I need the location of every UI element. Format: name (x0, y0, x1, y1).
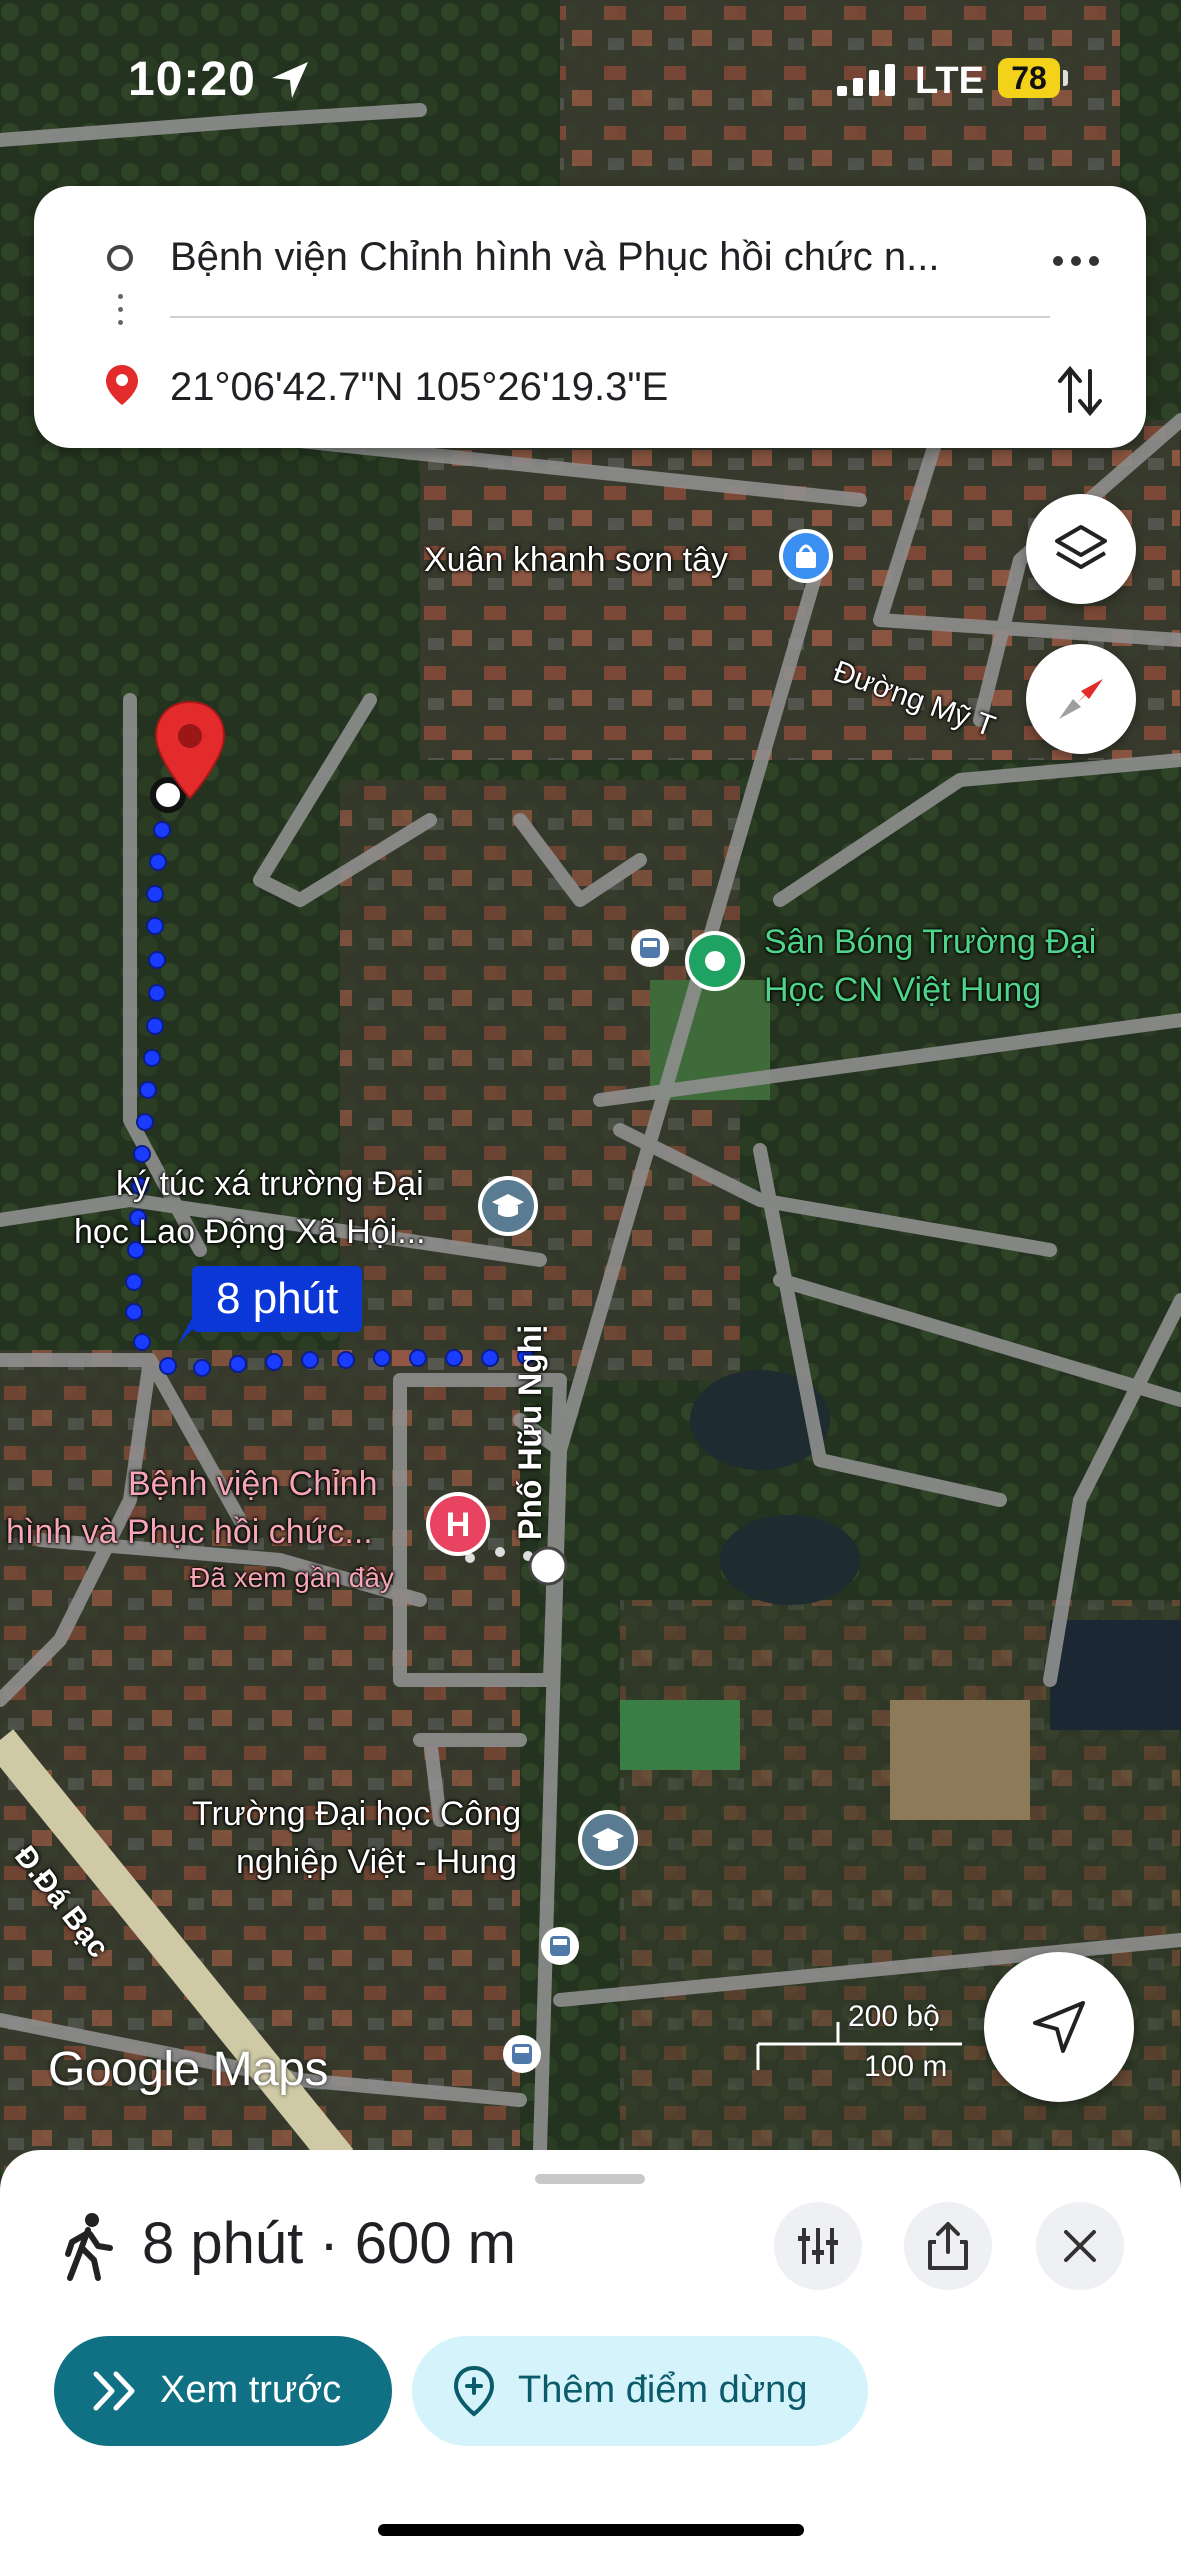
route-card: Bệnh viện Chỉnh hình và Phục hồi chức n.… (34, 186, 1146, 448)
card-divider (170, 316, 1050, 318)
poi-label-san-bong-line2[interactable]: Học CN Việt Hung (764, 966, 1041, 1015)
compass-icon (1059, 679, 1103, 719)
hospital-poi-icon[interactable]: H (424, 1490, 492, 1558)
sheet-drag-handle[interactable] (535, 2174, 645, 2184)
shopping-bag-poi-icon[interactable] (778, 528, 834, 584)
destination-field[interactable]: 21°06'42.7"N 105°26'19.3"E (34, 341, 1146, 431)
location-arrow-icon (272, 62, 308, 98)
navigation-arrow-icon (1033, 2001, 1085, 2053)
route-options-button[interactable] (774, 2202, 862, 2290)
swap-directions-icon[interactable] (1050, 361, 1110, 421)
origin-field[interactable]: Bệnh viện Chỉnh hình và Phục hồi chức n.… (34, 211, 1146, 301)
scale-label-feet: 200 bộ (848, 2000, 940, 2033)
park-poi-icon[interactable] (684, 930, 746, 992)
origin-circle-icon (107, 245, 133, 271)
preview-button[interactable]: Xem trước (54, 2336, 392, 2446)
add-stop-pin-icon (453, 2365, 495, 2417)
route-time-chip[interactable]: 8 phút (192, 1266, 363, 1332)
poi-label-truong-line1[interactable]: Trường Đại học Công (192, 1790, 521, 1839)
poi-label-ktx-line2[interactable]: học Lao Động Xã Hội... (74, 1208, 426, 1257)
battery-icon (1063, 70, 1068, 86)
bus-stop-icon[interactable] (502, 2034, 542, 2074)
scale-label-meters: 100 m (864, 2050, 948, 2083)
poi-label-benh-vien-recent: Đã xem gần đây (190, 1562, 394, 1593)
walking-icon (65, 2213, 113, 2281)
add-stop-button[interactable]: Thêm điểm dừng (412, 2336, 868, 2446)
network-label: LTE (915, 60, 984, 102)
destination-text[interactable]: 21°06'42.7"N 105°26'19.3"E (170, 365, 668, 410)
add-stop-label: Thêm điểm dừng (518, 2369, 808, 2411)
google-maps-watermark: Google Maps (48, 2043, 329, 2096)
bus-stop-icon[interactable] (630, 928, 670, 968)
poi-label-benh-vien-line1[interactable]: Bệnh viện Chỉnh (128, 1460, 378, 1509)
home-indicator (378, 2524, 804, 2536)
close-icon (1064, 2230, 1096, 2262)
school-poi-icon[interactable] (476, 1174, 540, 1238)
share-button[interactable] (904, 2202, 992, 2290)
status-bar: 10:20 LTE 78 (0, 52, 1181, 122)
preview-label: Xem trước (160, 2369, 342, 2411)
compass-button[interactable] (1026, 644, 1136, 754)
destination-pin-icon[interactable] (150, 698, 230, 808)
my-location-button[interactable] (984, 1952, 1134, 2102)
share-icon (928, 2222, 968, 2270)
battery-level: 78 (998, 58, 1060, 98)
school-poi-icon[interactable] (576, 1808, 640, 1872)
double-chevron-icon (93, 2371, 135, 2411)
poi-label-truong-line2[interactable]: nghiệp Việt - Hung (236, 1838, 517, 1887)
status-time: 10:20 (128, 53, 256, 106)
layers-button[interactable] (1026, 494, 1136, 604)
street-label-pho-huu-nghi: Phố Hữu Nghị (512, 1324, 548, 1540)
poi-label-san-bong-line1[interactable]: Sân Bóng Trường Đại (764, 918, 1096, 967)
layers-icon (1055, 525, 1107, 569)
poi-label-ktx-line1[interactable]: ký túc xá trường Đại (116, 1160, 424, 1209)
more-options-icon[interactable] (1046, 231, 1106, 291)
origin-text[interactable]: Bệnh viện Chỉnh hình và Phục hồi chức n.… (170, 235, 939, 280)
bus-stop-icon[interactable] (540, 1926, 580, 1966)
close-button[interactable] (1036, 2202, 1124, 2290)
route-connector-dots (118, 294, 124, 333)
route-chip-tail-icon (178, 1318, 204, 1344)
destination-pin-small-icon (106, 365, 138, 405)
poi-label-benh-vien-line2[interactable]: hình và Phục hồi chức... (6, 1508, 373, 1557)
scale-bar: 200 bộ 100 m (752, 2000, 972, 2090)
tune-sliders-icon (798, 2228, 838, 2264)
poi-label-xuan-khanh[interactable]: Xuân khanh sơn tây (424, 536, 728, 585)
directions-bottom-sheet: 8 phút · 600 m Xem trước Thêm điểm dừng (0, 2150, 1181, 2560)
route-summary: 8 phút · 600 m (142, 2211, 516, 2276)
svg-text:H: H (446, 1506, 471, 1544)
signal-icon (837, 64, 895, 96)
